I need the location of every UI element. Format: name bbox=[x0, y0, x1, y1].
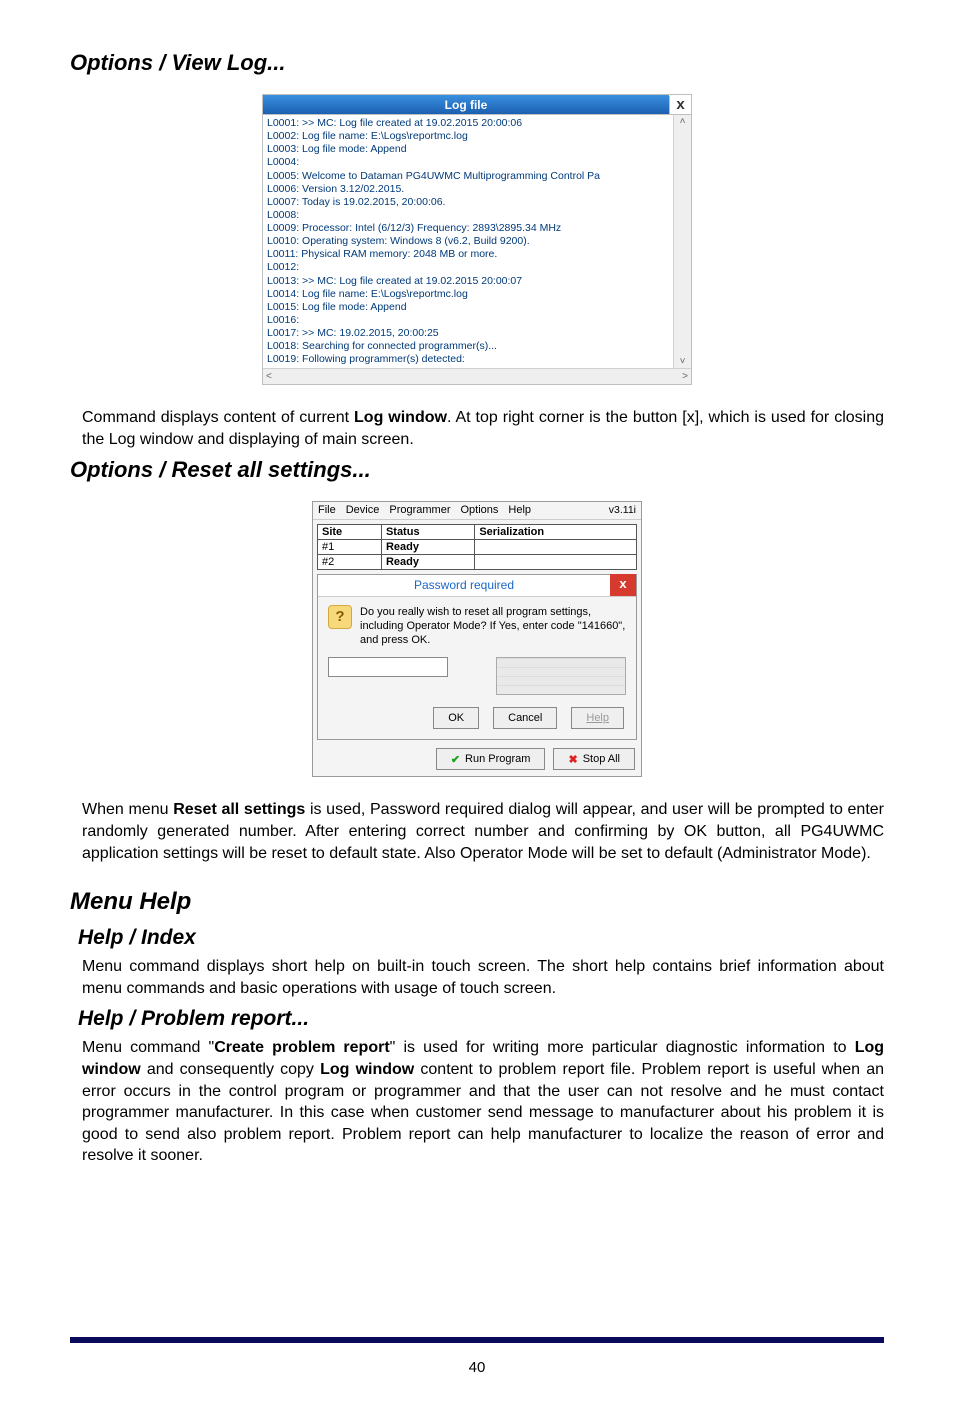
col-serial: Serialization bbox=[475, 524, 637, 539]
dialog-close-button[interactable]: x bbox=[610, 574, 636, 596]
log-vertical-scrollbar[interactable]: ˄ ˅ bbox=[673, 115, 691, 368]
cell-serial bbox=[475, 539, 637, 554]
log-line: L0019: Following programmer(s) detected: bbox=[267, 353, 669, 366]
log-line: L0001: >> MC: Log file created at 19.02.… bbox=[267, 117, 669, 130]
log-line: L0013: >> MC: Log file created at 19.02.… bbox=[267, 275, 669, 288]
menu-file[interactable]: File bbox=[318, 504, 336, 516]
log-line: L0002: Log file name: E:\Logs\reportmc.l… bbox=[267, 130, 669, 143]
question-icon: ? bbox=[328, 605, 352, 629]
password-dialog-window: File Device Programmer Options Help v3.1… bbox=[312, 501, 642, 778]
col-site: Site bbox=[318, 524, 382, 539]
cell-serial bbox=[475, 554, 637, 569]
log-line: L0015: Log file mode: Append bbox=[267, 301, 669, 314]
scroll-left-icon[interactable]: ˂ bbox=[266, 371, 272, 382]
log-line: L0003: Log file mode: Append bbox=[267, 143, 669, 156]
scroll-down-icon[interactable]: ˅ bbox=[680, 356, 686, 367]
ok-button[interactable]: OK bbox=[433, 707, 479, 729]
help-problem-desc: Menu command "Create problem report" is … bbox=[82, 1037, 884, 1167]
app-version: v3.11i bbox=[609, 504, 636, 516]
log-line: L0007: Today is 19.02.2015, 20:00:06. bbox=[267, 196, 669, 209]
run-program-button[interactable]: ✔ Run Program bbox=[436, 748, 546, 770]
password-input[interactable] bbox=[328, 657, 448, 677]
log-line: L0017: >> MC: 19.02.2015, 20:00:25 bbox=[267, 327, 669, 340]
log-close-button[interactable]: x bbox=[669, 96, 691, 114]
reset-description: When menu Reset all settings is used, Pa… bbox=[82, 799, 884, 864]
menu-help[interactable]: Help bbox=[508, 504, 531, 516]
log-line: L0014: Log file name: E:\Logs\reportmc.l… bbox=[267, 288, 669, 301]
dialog-title: Password required bbox=[318, 578, 610, 592]
onscreen-keyboard[interactable] bbox=[496, 657, 626, 695]
log-line: L0016: bbox=[267, 314, 669, 327]
help-button[interactable]: Help bbox=[571, 707, 624, 729]
table-row: #1 Ready bbox=[318, 539, 637, 554]
menu-programmer[interactable]: Programmer bbox=[389, 504, 450, 516]
cell-site: #1 bbox=[318, 539, 382, 554]
app-menubar: File Device Programmer Options Help v3.1… bbox=[313, 502, 641, 520]
log-content: L0001: >> MC: Log file created at 19.02.… bbox=[263, 115, 673, 368]
log-window-title: Log file bbox=[263, 95, 669, 114]
heading-menu-help: Menu Help bbox=[70, 888, 884, 916]
log-horizontal-scrollbar[interactable]: ˂ ˃ bbox=[263, 368, 691, 384]
heading-view-log: Options / View Log... bbox=[70, 50, 884, 76]
help-index-desc: Menu command displays short help on buil… bbox=[82, 956, 884, 999]
log-line: L0010: Operating system: Windows 8 (v6.2… bbox=[267, 235, 669, 248]
log-description: Command displays content of current Log … bbox=[82, 407, 884, 450]
log-line: L0018: Searching for connected programme… bbox=[267, 340, 669, 353]
scroll-right-icon[interactable]: ˃ bbox=[682, 371, 688, 382]
cancel-button[interactable]: Cancel bbox=[493, 707, 557, 729]
site-status-table: Site Status Serialization #1 Ready #2 Re… bbox=[317, 524, 637, 570]
page-number: 40 bbox=[70, 1343, 884, 1406]
x-icon: ✖ bbox=[568, 753, 577, 766]
password-required-dialog: Password required x ? Do you really wish… bbox=[317, 574, 637, 741]
log-line: L0012: bbox=[267, 261, 669, 274]
scroll-up-icon[interactable]: ˄ bbox=[680, 116, 686, 127]
log-line: L0004: bbox=[267, 156, 669, 169]
menu-options[interactable]: Options bbox=[460, 504, 498, 516]
cell-status: Ready bbox=[381, 554, 474, 569]
menu-device[interactable]: Device bbox=[346, 504, 380, 516]
log-line: L0009: Processor: Intel (6/12/3) Frequen… bbox=[267, 222, 669, 235]
col-status: Status bbox=[381, 524, 474, 539]
cell-status: Ready bbox=[381, 539, 474, 554]
stop-all-button[interactable]: ✖ Stop All bbox=[553, 748, 635, 770]
check-icon: ✔ bbox=[451, 753, 460, 766]
log-line: L0005: Welcome to Dataman PG4UWMC Multip… bbox=[267, 170, 669, 183]
log-line: L0006: Version 3.12/02.2015. bbox=[267, 183, 669, 196]
heading-help-index: Help / Index bbox=[78, 926, 884, 950]
heading-reset-all: Options / Reset all settings... bbox=[70, 457, 884, 483]
cell-site: #2 bbox=[318, 554, 382, 569]
log-line: L0008: bbox=[267, 209, 669, 222]
log-window: Log file x L0001: >> MC: Log file create… bbox=[262, 94, 692, 385]
log-line: L0011: Physical RAM memory: 2048 MB or m… bbox=[267, 248, 669, 261]
table-row: #2 Ready bbox=[318, 554, 637, 569]
dialog-message: Do you really wish to reset all program … bbox=[360, 605, 626, 648]
heading-help-problem: Help / Problem report... bbox=[78, 1007, 884, 1031]
